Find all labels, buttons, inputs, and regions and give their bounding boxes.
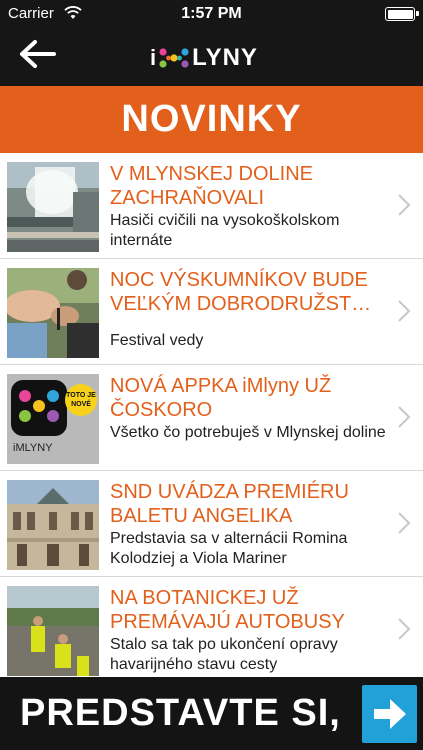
top-bar: Carrier 1:57 PM i LYNY xyxy=(0,0,423,86)
clock: 1:57 PM xyxy=(181,5,242,22)
logo-word: LYNY xyxy=(192,44,258,71)
app-icon xyxy=(11,380,67,436)
article-title: SND UVÁDZA PREMIÉRU BALETU ANGELIKA xyxy=(110,481,349,527)
chevron-right-icon xyxy=(398,194,411,216)
article-title: NOC VÝSKUMNÍKOV BUDE VEĽKÝM DOBRODRUŽST… xyxy=(110,269,372,315)
logo-m-icon xyxy=(159,48,189,68)
status-bar: Carrier 1:57 PM xyxy=(0,0,423,28)
page-title: NOVINKY xyxy=(121,98,302,140)
imlyny-logo: i LYNY xyxy=(150,44,258,72)
list-item[interactable]: NOC VÝSKUMNÍKOV BUDE VEĽKÝM DOBRODRUŽST…… xyxy=(0,259,423,365)
list-item[interactable]: NA BOTANICKEJ UŽ PREMÁVAJÚ AUTOBUSY Stal… xyxy=(0,577,423,677)
ad-text: PREDSTAVTE SI, xyxy=(20,692,341,734)
battery-icon xyxy=(385,7,419,21)
chevron-right-icon xyxy=(398,512,411,534)
section-banner: NOVINKY xyxy=(0,86,423,153)
chevron-right-icon xyxy=(398,406,411,428)
logo-i: i xyxy=(150,45,157,70)
article-desc: Predstavia sa v alternácii Romina Kolodz… xyxy=(110,530,348,567)
article-title: NA BOTANICKEJ UŽ PREMÁVAJÚ AUTOBUSY xyxy=(110,587,345,633)
back-arrow-icon[interactable] xyxy=(18,38,58,70)
app-badge: TOTO JE NOVÉ xyxy=(65,384,97,416)
list-item[interactable]: TOTO JE NOVÉ iMLYNY NOVÁ APPKA iMlyny UŽ… xyxy=(0,365,423,471)
article-desc: Všetko čo potrebuješ v Mlynskej doline xyxy=(110,424,386,441)
article-desc: Hasiči cvičili na vysokoškolskom interná… xyxy=(110,212,340,249)
science-festival-thumbnail xyxy=(7,268,99,358)
imlyny-app-thumbnail: TOTO JE NOVÉ iMLYNY xyxy=(7,374,99,464)
theatre-building-thumbnail xyxy=(7,480,99,570)
list-item[interactable]: SND UVÁDZA PREMIÉRU BALETU ANGELIKA Pred… xyxy=(0,471,423,577)
road-repair-thumbnail xyxy=(7,586,99,676)
arrow-right-icon xyxy=(374,699,406,729)
list-item[interactable]: V MLYNSKEJ DOLINE ZACHRAŇOVALI Hasiči cv… xyxy=(0,153,423,259)
fire-drill-thumbnail xyxy=(7,162,99,252)
app-icon-label: iMLYNY xyxy=(13,442,53,454)
article-title: NOVÁ APPKA iMlyny UŽ ČOSKORO xyxy=(110,375,332,421)
chevron-right-icon xyxy=(398,300,411,322)
chevron-right-icon xyxy=(398,618,411,640)
ad-banner[interactable]: PREDSTAVTE SI, xyxy=(0,677,423,750)
news-list: V MLYNSKEJ DOLINE ZACHRAŇOVALI Hasiči cv… xyxy=(0,153,423,677)
article-title: V MLYNSKEJ DOLINE ZACHRAŇOVALI xyxy=(110,163,314,209)
ad-go-button[interactable] xyxy=(362,685,417,743)
article-desc: Festival vedy xyxy=(110,332,204,349)
article-desc: Stalo sa tak po ukončení opravy havarijn… xyxy=(110,636,338,673)
